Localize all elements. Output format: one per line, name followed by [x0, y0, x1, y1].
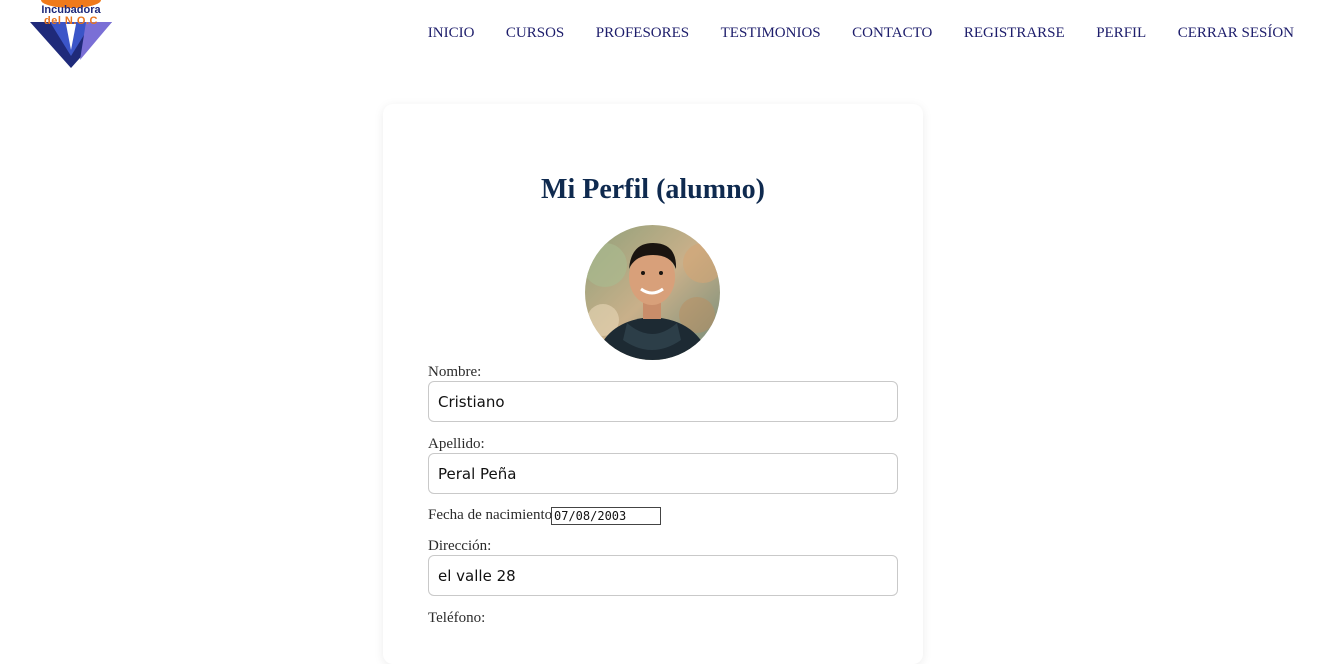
apellido-label: Apellido: — [428, 436, 485, 452]
nav-cursos[interactable]: CURSOS — [506, 24, 564, 42]
incubadora-logo[interactable]: Incubadora del N.O.C — [28, 0, 114, 72]
nav-inicio[interactable]: INICIO — [428, 24, 475, 42]
nav-contacto[interactable]: CONTACTO — [852, 24, 932, 42]
nav-testimonios[interactable]: TESTIMONIOS — [721, 24, 821, 42]
nav-perfil[interactable]: PERFIL — [1096, 24, 1146, 42]
main-nav: INICIO CURSOS PROFESORES TESTIMONIOS CON… — [396, 24, 1294, 42]
page-title: Mi Perfil (alumno) — [541, 174, 765, 205]
telefono-label: Teléfono: — [428, 610, 486, 626]
apellido-field[interactable] — [428, 453, 898, 494]
direccion-label: Dirección: — [428, 538, 492, 554]
nombre-label: Nombre: — [428, 364, 482, 380]
avatar — [585, 225, 720, 360]
logo-line2: del N.O.C — [43, 15, 98, 27]
site-header: Incubadora del N.O.C INICIO CURSOS PROFE… — [0, 0, 1317, 80]
nav-profesores[interactable]: PROFESORES — [596, 24, 689, 42]
direccion-field[interactable] — [428, 555, 898, 596]
profile-card: Mi Perfil (alumno) Nombre: Cristiano Ape… — [383, 104, 923, 664]
nav-cerrar-sesion[interactable]: CERRAR SESÍON — [1178, 24, 1294, 42]
fecha-nacimiento-label: Fecha de nacimiento: — [428, 507, 557, 523]
profile-photo-icon — [585, 225, 720, 360]
nav-registrarse[interactable]: REGISTRARSE — [964, 24, 1065, 42]
fecha-nacimiento-field[interactable] — [551, 507, 661, 525]
nombre-field[interactable] — [428, 381, 898, 422]
